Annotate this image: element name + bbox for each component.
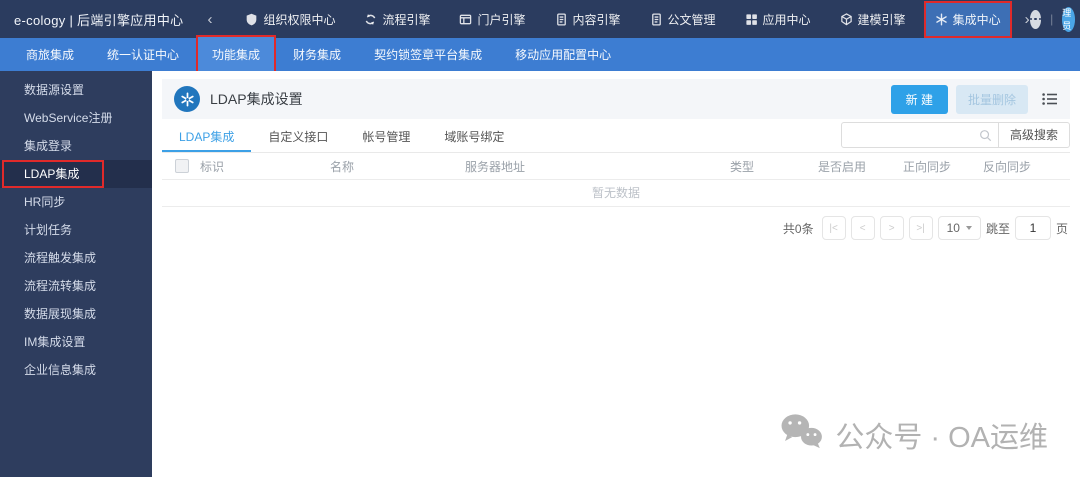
tab-ldap-integration[interactable]: LDAP集成 bbox=[162, 122, 252, 152]
page-jump-input[interactable] bbox=[1014, 216, 1051, 240]
subnav-item-mobile-config[interactable]: 移动应用配置中心 bbox=[501, 37, 625, 72]
ellipsis-icon[interactable] bbox=[1029, 9, 1042, 29]
avatar[interactable]: 理员 bbox=[1062, 6, 1076, 32]
sidebar-item-scheduled-tasks[interactable]: 计划任务 bbox=[0, 216, 152, 244]
topbar-item-label: 集成中心 bbox=[952, 12, 1001, 27]
sidebar-item-enterprise-info[interactable]: 企业信息集成 bbox=[0, 356, 152, 384]
content-header: LDAP集成设置 新 建 批量删除 bbox=[162, 79, 1070, 119]
column-header-id: 标识 bbox=[200, 159, 225, 174]
portal-layout-icon bbox=[459, 13, 472, 26]
app-logo: e-cology | 后端引擎应用中心 bbox=[14, 12, 184, 28]
refresh-arrows-icon bbox=[364, 13, 377, 26]
document-icon bbox=[650, 12, 663, 26]
subnav-item-business-travel[interactable]: 商旅集成 bbox=[12, 37, 88, 72]
topbar: e-cology | 后端引擎应用中心 ‹ 组织权限中心 流程引擎 门户引擎 内… bbox=[0, 0, 1080, 38]
sidebar-item-workflow-trigger[interactable]: 流程触发集成 bbox=[0, 244, 152, 272]
tab-domain-account-binding[interactable]: 域账号绑定 bbox=[427, 122, 521, 152]
topbar-item-workflow-engine[interactable]: 流程引擎 bbox=[355, 3, 439, 36]
sidebar-item-hr-sync[interactable]: HR同步 bbox=[0, 188, 152, 216]
subnav-item-unified-auth[interactable]: 统一认证中心 bbox=[93, 37, 193, 72]
topbar-item-label: 建模引擎 bbox=[857, 12, 906, 27]
tab-account-management[interactable]: 帐号管理 bbox=[345, 122, 427, 152]
topbar-item-modeling-engine[interactable]: 建模引擎 bbox=[831, 3, 915, 36]
tab-custom-api[interactable]: 自定义接口 bbox=[251, 122, 345, 152]
topbar-item-app-center[interactable]: 应用中心 bbox=[736, 3, 820, 36]
topbar-item-label: 应用中心 bbox=[762, 12, 811, 27]
tabs-row: LDAP集成 自定义接口 帐号管理 域账号绑定 高级搜索 bbox=[162, 121, 1070, 153]
document-icon bbox=[555, 12, 568, 26]
total-count: 共0条 bbox=[782, 221, 814, 236]
chevron-down-icon bbox=[965, 226, 972, 230]
sidebar-item-label: LDAP集成 bbox=[24, 167, 80, 181]
sidebar-item-workflow-flow[interactable]: 流程流转集成 bbox=[0, 272, 152, 300]
sidebar-item-integration-login[interactable]: 集成登录 bbox=[0, 132, 152, 160]
jump-label: 跳至 bbox=[985, 221, 1010, 236]
topbar-item-integration-center[interactable]: 集成中心 bbox=[923, 0, 1012, 38]
page-size-value: 10 bbox=[946, 221, 960, 235]
column-header-forward-sync: 正向同步 bbox=[903, 159, 952, 174]
topbar-item-org-permissions[interactable]: 组织权限中心 bbox=[236, 3, 344, 36]
cube-icon bbox=[840, 12, 853, 26]
sidebar-item-datasource-settings[interactable]: 数据源设置 bbox=[0, 76, 152, 104]
subnav-item-contract-seal-platform[interactable]: 契约锁签章平台集成 bbox=[360, 37, 496, 72]
page-size-select[interactable]: 10 bbox=[937, 216, 981, 240]
batch-delete-button[interactable]: 批量删除 bbox=[955, 84, 1028, 114]
subnav-item-function-integration[interactable]: 功能集成 bbox=[196, 35, 277, 74]
sidebar: 数据源设置 WebService注册 集成登录 LDAP集成 HR同步 计划任务… bbox=[0, 71, 152, 477]
page-unit-label: 页 bbox=[1055, 221, 1068, 236]
shield-icon bbox=[245, 13, 258, 26]
topbar-item-document-management[interactable]: 公文管理 bbox=[641, 3, 725, 36]
header-actions: 新 建 批量删除 bbox=[890, 84, 1058, 114]
pagination: 共0条 |< < > >| 10 跳至 页 bbox=[162, 207, 1070, 249]
topbar-item-label: 内容引擎 bbox=[572, 12, 621, 27]
select-all-checkbox[interactable] bbox=[175, 159, 189, 173]
page-title: LDAP集成设置 bbox=[210, 91, 303, 107]
topbar-item-content-engine[interactable]: 内容引擎 bbox=[546, 3, 630, 36]
table-header-row: 标识 名称 服务器地址 类型 是否启用 正向同步 反向同步 bbox=[162, 153, 1070, 180]
advanced-search-button[interactable]: 高级搜索 bbox=[997, 122, 1070, 148]
empty-state-text: 暂无数据 bbox=[162, 180, 1070, 207]
next-page-button[interactable]: > bbox=[879, 216, 904, 240]
prev-page-button[interactable]: < bbox=[850, 216, 875, 240]
search-area: 高级搜索 bbox=[840, 122, 1070, 148]
apps-grid-icon bbox=[745, 13, 758, 26]
sidebar-item-data-display[interactable]: 数据展现集成 bbox=[0, 300, 152, 328]
topbar-item-label: 组织权限中心 bbox=[263, 12, 336, 27]
topbar-item-label: 门户引擎 bbox=[477, 12, 526, 27]
column-header-server-address: 服务器地址 bbox=[465, 159, 526, 174]
list-view-icon[interactable] bbox=[1042, 92, 1058, 106]
back-chevron-icon[interactable]: ‹ bbox=[207, 11, 212, 28]
new-button[interactable]: 新 建 bbox=[890, 84, 948, 114]
search-box bbox=[840, 122, 999, 148]
subnav-item-finance-integration[interactable]: 财务集成 bbox=[279, 37, 355, 72]
last-page-button[interactable]: >| bbox=[908, 216, 933, 240]
topbar-nav: 组织权限中心 流程引擎 门户引擎 内容引擎 公文管理 应用中心 建模引擎 集成中… bbox=[236, 0, 1020, 38]
main-content: LDAP集成设置 新 建 批量删除 LDAP集成 自定义接口 帐号管理 域账号绑… bbox=[152, 71, 1080, 480]
topbar-item-portal-engine[interactable]: 门户引擎 bbox=[450, 3, 534, 36]
topbar-item-label: 流程引擎 bbox=[382, 12, 431, 27]
topbar-item-label: 公文管理 bbox=[667, 12, 716, 27]
column-header-name: 名称 bbox=[330, 159, 355, 174]
sidebar-item-webservice-register[interactable]: WebService注册 bbox=[0, 104, 152, 132]
column-header-enabled: 是否启用 bbox=[818, 159, 867, 174]
sidebar-item-ldap-integration[interactable]: LDAP集成 bbox=[0, 160, 152, 188]
column-header-reverse-sync: 反向同步 bbox=[983, 159, 1032, 174]
sidebar-item-im-settings[interactable]: IM集成设置 bbox=[0, 328, 152, 356]
search-icon[interactable] bbox=[979, 129, 992, 147]
subnav: 商旅集成 统一认证中心 功能集成 财务集成 契约锁签章平台集成 移动应用配置中心 bbox=[0, 35, 1080, 74]
integration-asterisk-icon bbox=[935, 13, 948, 26]
first-page-button[interactable]: |< bbox=[821, 216, 846, 240]
column-header-type: 类型 bbox=[730, 159, 755, 174]
search-input[interactable] bbox=[841, 123, 998, 147]
divider: | bbox=[1050, 12, 1054, 26]
integration-asterisk-icon bbox=[174, 86, 200, 112]
